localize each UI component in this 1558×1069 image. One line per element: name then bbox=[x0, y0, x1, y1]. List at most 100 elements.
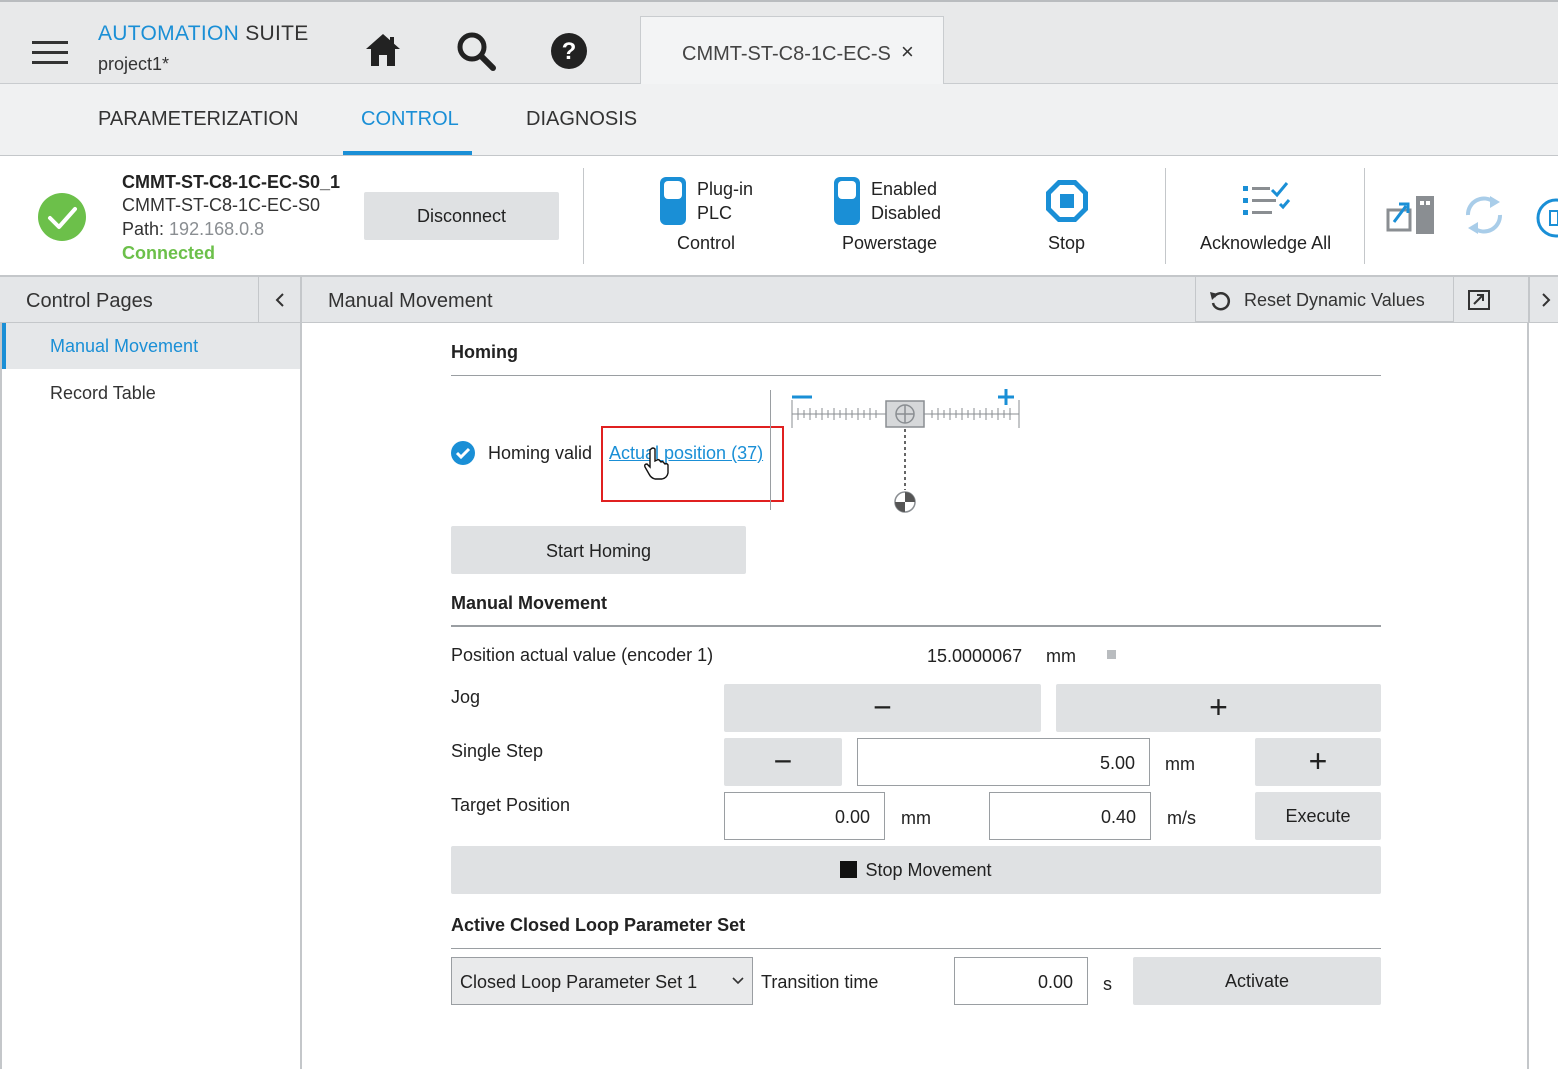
tab-diagnosis[interactable]: DIAGNOSIS bbox=[526, 108, 637, 131]
page-title: Manual Movement bbox=[328, 290, 493, 312]
target-position-unit: mm bbox=[901, 808, 931, 828]
sidebar: Manual Movement Record Table bbox=[0, 323, 302, 1069]
device-type: CMMT-ST-C8-1C-EC-S0 bbox=[122, 195, 321, 215]
home-icon[interactable] bbox=[364, 32, 402, 68]
menu-icon[interactable] bbox=[32, 41, 68, 71]
step-size-input[interactable]: 5.00 bbox=[857, 738, 1150, 786]
reset-dynamic-values-button[interactable]: Reset Dynamic Values bbox=[1195, 277, 1453, 322]
path-value: 192.168.0.8 bbox=[169, 219, 265, 239]
transition-time-label: Transition time bbox=[761, 972, 879, 992]
powerstage-toggle-bottom-label: Disabled bbox=[871, 203, 942, 223]
hand-cursor-icon bbox=[644, 447, 669, 480]
stop-movement-button[interactable]: Stop Movement bbox=[451, 846, 1381, 894]
powerstage-toggle-top-label: Enabled bbox=[871, 179, 938, 199]
velocity-input[interactable]: 0.40 bbox=[989, 792, 1151, 840]
parameter-set-select[interactable]: Closed Loop Parameter Set 1 bbox=[451, 957, 753, 1005]
jog-plus-button[interactable]: + bbox=[1056, 684, 1381, 732]
position-actual-unit: mm bbox=[1046, 646, 1076, 666]
jog-minus-button[interactable]: − bbox=[724, 684, 1041, 732]
divider bbox=[583, 168, 584, 264]
activate-button[interactable]: Activate bbox=[1133, 957, 1381, 1005]
powerstage-label: Powerstage bbox=[842, 233, 938, 253]
stop-label: Stop bbox=[1048, 233, 1086, 253]
divider bbox=[451, 948, 1381, 949]
divider bbox=[1364, 168, 1365, 264]
popout-button[interactable] bbox=[1453, 277, 1503, 322]
svg-text:?: ? bbox=[562, 38, 577, 65]
chevron-right-icon bbox=[1542, 293, 1551, 307]
sidebar-title: Control Pages bbox=[26, 290, 153, 312]
main-nav: PARAMETERIZATION CONTROL DIAGNOSIS bbox=[0, 84, 1558, 156]
chevron-left-icon bbox=[275, 293, 284, 307]
divider bbox=[451, 375, 1381, 376]
more-tools-icon[interactable] bbox=[1534, 198, 1558, 238]
sidebar-header: Control Pages bbox=[2, 277, 302, 322]
path-label: Path: bbox=[122, 219, 165, 239]
search-icon[interactable] bbox=[456, 31, 496, 71]
highlight-box bbox=[601, 426, 784, 502]
app-brand: AUTOMATION SUITE bbox=[98, 22, 309, 46]
device-transfer-icon[interactable] bbox=[1386, 192, 1438, 236]
connection-status: Connected bbox=[122, 243, 216, 263]
divider bbox=[451, 625, 1381, 627]
target-position-input[interactable]: 0.00 bbox=[724, 792, 885, 840]
position-actual-value: 15.0000067 bbox=[927, 646, 1023, 666]
expand-right-button[interactable] bbox=[1528, 277, 1558, 322]
sub-header: Control Pages Manual Movement Reset Dyna… bbox=[0, 277, 1558, 323]
control-toggle-bottom-label: PLC bbox=[697, 203, 733, 223]
status-indicator bbox=[1107, 650, 1116, 659]
closed-loop-title: Active Closed Loop Parameter Set bbox=[451, 915, 746, 935]
collapse-sidebar-button[interactable] bbox=[258, 277, 303, 322]
execute-button[interactable]: Execute bbox=[1255, 792, 1381, 840]
control-label: Control bbox=[677, 233, 736, 253]
active-tab-indicator bbox=[343, 151, 472, 155]
parameter-set-selected: Closed Loop Parameter Set 1 bbox=[460, 972, 698, 992]
chevron-down-icon bbox=[732, 977, 744, 985]
popout-icon bbox=[1468, 290, 1490, 310]
reset-icon bbox=[1210, 292, 1231, 311]
help-icon[interactable]: ? bbox=[550, 32, 588, 70]
sidebar-item-manual-movement[interactable]: Manual Movement bbox=[2, 323, 300, 369]
position-actual-label: Position actual value (encoder 1) bbox=[451, 645, 714, 665]
control-toggle-top-label: Plug-in bbox=[697, 179, 754, 199]
single-step-label: Single Step bbox=[451, 741, 544, 761]
device-name: CMMT-ST-C8-1C-EC-S0_1 bbox=[122, 172, 341, 192]
powerstage-toggle[interactable] bbox=[834, 177, 860, 225]
reset-label: Reset Dynamic Values bbox=[1244, 290, 1425, 310]
document-tab[interactable]: CMMT-ST-C8-1C-EC-S × bbox=[640, 16, 944, 86]
tab-control[interactable]: CONTROL bbox=[361, 108, 459, 131]
target-position-label: Target Position bbox=[451, 795, 571, 815]
acknowledge-all-label: Acknowledge All bbox=[1200, 233, 1332, 253]
homing-title: Homing bbox=[451, 342, 518, 362]
homing-valid-check-icon bbox=[451, 441, 475, 465]
transition-time-input[interactable]: 0.00 bbox=[954, 957, 1088, 1005]
brand-part2: SUITE bbox=[245, 22, 309, 45]
divider bbox=[1165, 168, 1166, 264]
manual-movement-title: Manual Movement bbox=[451, 593, 608, 613]
tab-parameterization[interactable]: PARAMETERIZATION bbox=[98, 108, 298, 131]
start-homing-button[interactable]: Start Homing bbox=[451, 526, 746, 574]
step-plus-button[interactable]: + bbox=[1255, 738, 1381, 786]
sidebar-item-record-table[interactable]: Record Table bbox=[2, 370, 300, 416]
stop-movement-label: Stop Movement bbox=[865, 860, 992, 880]
stop-icon[interactable] bbox=[1044, 178, 1090, 224]
disconnect-button[interactable]: Disconnect bbox=[364, 192, 559, 240]
transition-time-unit: s bbox=[1103, 974, 1112, 994]
connected-check-icon bbox=[38, 193, 86, 241]
control-toggle[interactable] bbox=[660, 177, 686, 225]
title-bar: AUTOMATION SUITE project1* ? CMMT-ST-C8-… bbox=[0, 0, 1558, 86]
stop-square-icon bbox=[840, 861, 858, 878]
acknowledge-all-icon[interactable] bbox=[1240, 180, 1292, 220]
project-name: project1* bbox=[98, 54, 170, 74]
right-panel-border bbox=[1527, 323, 1529, 1069]
velocity-unit: m/s bbox=[1167, 808, 1196, 828]
step-minus-button[interactable]: − bbox=[724, 738, 842, 786]
close-tab-icon[interactable]: × bbox=[901, 39, 914, 65]
position-scale bbox=[791, 389, 1020, 513]
divider bbox=[770, 390, 771, 510]
jog-label: Jog bbox=[451, 687, 481, 707]
step-unit: mm bbox=[1165, 754, 1195, 774]
sync-icon[interactable] bbox=[1460, 192, 1508, 238]
device-path: Path: 192.168.0.8 bbox=[122, 219, 264, 240]
homing-valid-label: Homing valid bbox=[488, 443, 593, 463]
